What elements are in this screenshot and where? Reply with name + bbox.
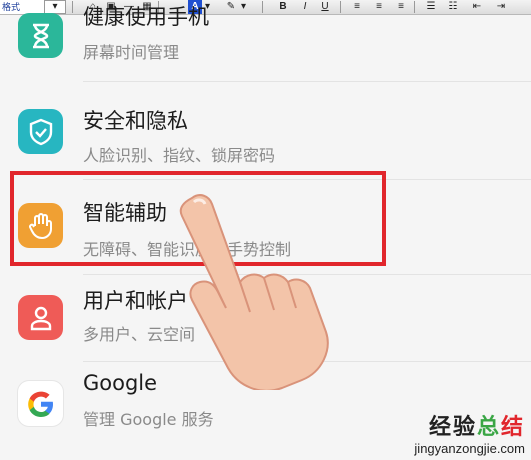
shield-icon (18, 109, 63, 154)
settings-item-subtitle: 人脸识别、指纹、锁屏密码 (83, 146, 276, 165)
google-icon (18, 381, 63, 426)
watermark-title: 经验总结 (414, 409, 525, 441)
settings-item-subtitle: 管理 Google 服务 (83, 410, 214, 429)
user-icon (18, 295, 63, 340)
watermark-url: jingyanzongjie.com (414, 441, 525, 456)
settings-item-subtitle: 屏幕时间管理 (83, 43, 180, 62)
settings-item-title: 用户和帐户 (83, 289, 188, 313)
settings-item-security-privacy[interactable]: 安全和隐私 人脸识别、指纹、锁屏密码 (0, 93, 531, 179)
settings-item-users-accounts[interactable]: 用户和帐户 多用户、云空间 (0, 277, 531, 363)
settings-item-title: 健康使用手机 (83, 5, 209, 29)
divider (83, 81, 531, 82)
hourglass-icon (18, 13, 63, 58)
settings-item-subtitle: 多用户、云空间 (83, 325, 196, 344)
highlight-box (10, 171, 386, 266)
settings-item-title: 安全和隐私 (83, 109, 188, 133)
divider (83, 274, 531, 275)
watermark: 经验总结 jingyanzongjie.com (414, 409, 525, 456)
divider (83, 361, 531, 362)
settings-item-title: Google (83, 371, 158, 395)
watermark-text: 经验总结 (428, 415, 525, 440)
settings-item-digital-balance[interactable]: 健康使用手机 屏幕时间管理 (0, 0, 531, 79)
